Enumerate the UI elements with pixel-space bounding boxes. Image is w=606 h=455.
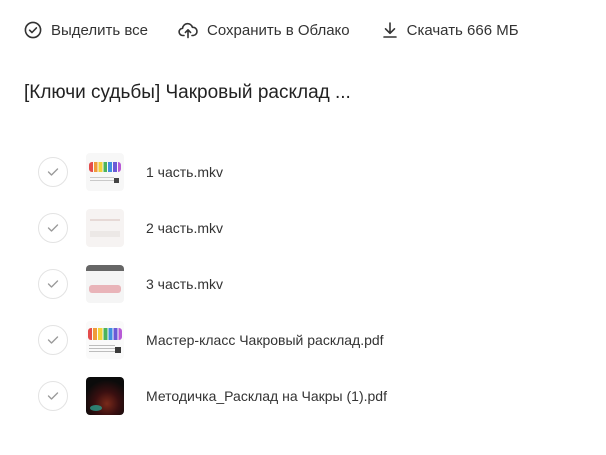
select-checkbox[interactable] xyxy=(38,269,68,299)
file-name: Методичка_Расклад на Чакры (1).pdf xyxy=(146,388,387,404)
select-checkbox[interactable] xyxy=(38,325,68,355)
download-label: Скачать 666 МБ xyxy=(406,21,519,39)
file-thumbnail xyxy=(86,209,124,247)
folder-title: [Ключи судьбы] Чакровый расклад ... xyxy=(24,82,351,103)
check-icon xyxy=(47,168,59,176)
file-row[interactable]: 3 часть.mkv xyxy=(38,256,578,312)
file-thumbnail xyxy=(86,321,124,359)
file-row[interactable]: 1 часть.mkv xyxy=(38,144,578,200)
file-name: 2 часть.mkv xyxy=(146,220,224,236)
save-to-cloud-button[interactable]: Сохранить в Облако xyxy=(178,21,350,39)
check-icon xyxy=(47,392,59,400)
file-row[interactable]: 2 часть.mkv xyxy=(38,200,578,256)
file-thumbnail xyxy=(86,153,124,191)
file-row[interactable]: Методичка_Расклад на Чакры (1).pdf xyxy=(38,368,578,424)
file-row[interactable]: Мастер-класс Чакровый расклад.pdf xyxy=(38,312,578,368)
file-name: 1 часть.mkv xyxy=(146,164,224,180)
file-thumbnail xyxy=(86,265,124,303)
file-thumbnail xyxy=(86,377,124,415)
select-all-button[interactable]: Выделить все xyxy=(24,21,148,39)
toolbar: Выделить все Сохранить в Облако Скачать … xyxy=(24,18,519,42)
save-to-cloud-label: Сохранить в Облако xyxy=(207,21,350,39)
check-icon xyxy=(47,336,59,344)
download-button[interactable]: Скачать 666 МБ xyxy=(382,21,519,39)
check-circle-icon xyxy=(24,21,42,39)
select-checkbox[interactable] xyxy=(38,157,68,187)
select-checkbox[interactable] xyxy=(38,213,68,243)
download-icon xyxy=(382,22,397,38)
select-all-label: Выделить все xyxy=(51,21,149,39)
file-name: 3 часть.mkv xyxy=(146,276,224,292)
check-icon xyxy=(47,280,59,288)
check-icon xyxy=(47,224,59,232)
file-list: 1 часть.mkv 2 часть.mkv 3 часть.mkv Маст… xyxy=(38,144,578,424)
select-checkbox[interactable] xyxy=(38,381,68,411)
file-name: Мастер-класс Чакровый расклад.pdf xyxy=(146,332,384,348)
cloud-upload-icon xyxy=(178,22,198,39)
